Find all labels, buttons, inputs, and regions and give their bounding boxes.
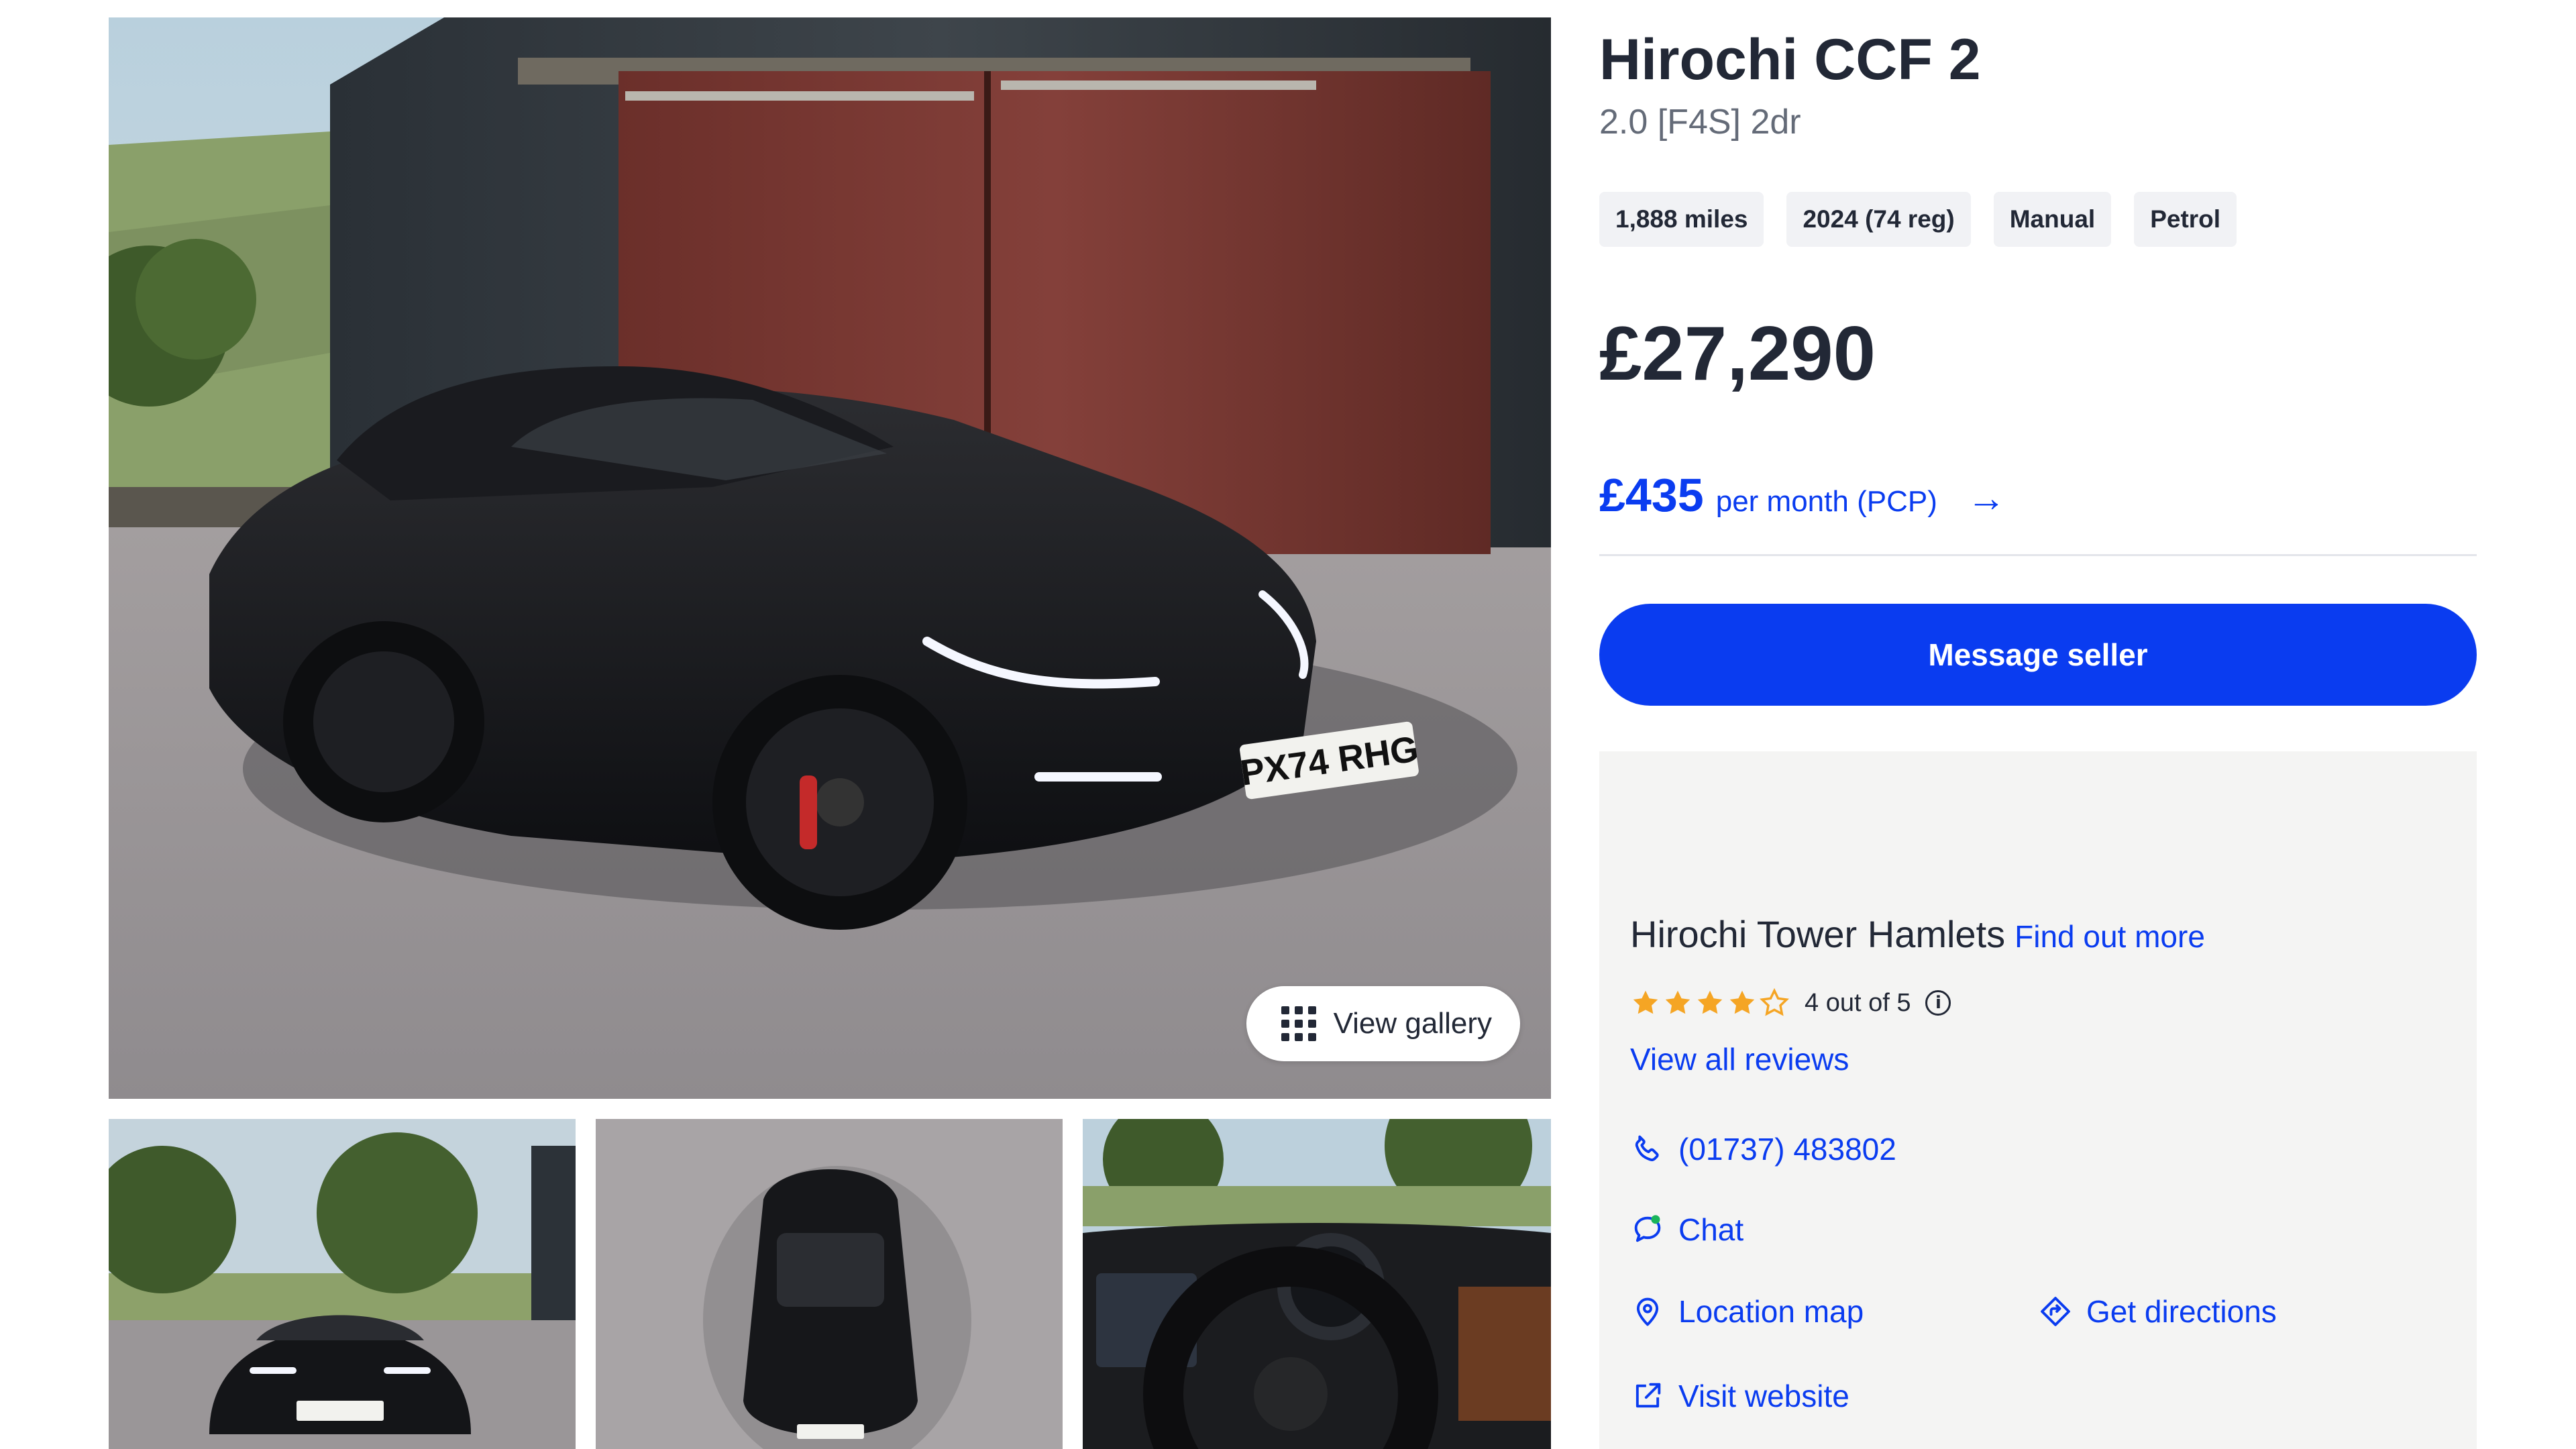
spec-year: 2024 (74 reg) (1786, 192, 1971, 247)
spec-fuel: Petrol (2134, 192, 2237, 247)
find-out-more-link[interactable]: Find out more (2015, 918, 2205, 955)
rating-stars (1630, 987, 1790, 1018)
spec-transmission: Manual (1993, 192, 2112, 247)
view-gallery-button[interactable]: View gallery (1246, 986, 1520, 1061)
thumbnail-front[interactable] (109, 1119, 576, 1449)
finance-amount: £435 (1599, 469, 1704, 521)
directions-icon (2041, 1297, 2070, 1326)
thumbnail-interior[interactable] (1083, 1119, 1551, 1449)
phone-number: (01737) 483802 (1678, 1132, 1896, 1167)
thumbnail-front-image (109, 1119, 576, 1449)
location-map-link[interactable]: Location map (1630, 1293, 1864, 1330)
get-directions-label: Get directions (2086, 1294, 2277, 1329)
chat-label: Chat (1678, 1212, 1744, 1247)
star-empty-icon (1760, 987, 1789, 1016)
message-seller-button[interactable]: Message seller (1599, 604, 2477, 706)
divider (1599, 554, 2477, 556)
get-directions-link[interactable]: Get directions (2038, 1293, 2277, 1330)
visit-website-link[interactable]: Visit website (1630, 1378, 1849, 1414)
spec-mileage: 1,888 miles (1599, 192, 1764, 247)
view-all-reviews-link[interactable]: View all reviews (1630, 1041, 1849, 1077)
thumbnail-interior-image (1083, 1119, 1551, 1449)
seller-name: Hirochi Tower Hamlets (1630, 913, 2006, 955)
grid-icon (1281, 1006, 1316, 1041)
price: £27,290 (1599, 311, 1876, 396)
location-pin-icon (1636, 1297, 1659, 1326)
phone-icon (1635, 1135, 1659, 1161)
listing-subtitle: 2.0 [F4S] 2dr (1599, 103, 1801, 142)
rating-text: 4 out of 5 (1805, 988, 1911, 1017)
finance-link[interactable]: £435 per month (PCP) → (1599, 468, 2006, 522)
phone-link[interactable]: (01737) 483802 (1630, 1131, 1896, 1167)
chat-icon (1634, 1215, 1661, 1242)
chat-link[interactable]: Chat (1630, 1212, 1743, 1248)
star-filled-icon (1665, 990, 1690, 1014)
location-map-label: Location map (1678, 1294, 1864, 1329)
info-icon[interactable]: i (1925, 990, 1951, 1016)
seller-panel: Hirochi Tower Hamlets Find out more 4 ou… (1599, 751, 2477, 1449)
car-photo: PX74 RHG (109, 17, 1551, 1099)
finance-label: per month (PCP) (1715, 485, 1937, 518)
thumbnail-top-image (596, 1119, 1063, 1449)
external-link-icon (1635, 1383, 1661, 1408)
visit-website-label: Visit website (1678, 1379, 1849, 1413)
star-filled-icon (1633, 990, 1658, 1014)
thumbnail-top[interactable] (596, 1119, 1063, 1449)
main-photo[interactable]: PX74 RHG View gallery (109, 17, 1551, 1099)
seller-header: Hirochi Tower Hamlets Find out more (1630, 912, 2205, 956)
view-gallery-label: View gallery (1333, 1007, 1492, 1040)
star-filled-icon (1697, 990, 1723, 1014)
star-filled-icon (1729, 990, 1755, 1014)
seller-rating: 4 out of 5 i (1630, 987, 1951, 1018)
listing-title: Hirochi CCF 2 (1599, 28, 1981, 92)
spec-chips: 1,888 miles 2024 (74 reg) Manual Petrol (1599, 192, 2237, 247)
arrow-right-icon: → (1966, 476, 2006, 520)
